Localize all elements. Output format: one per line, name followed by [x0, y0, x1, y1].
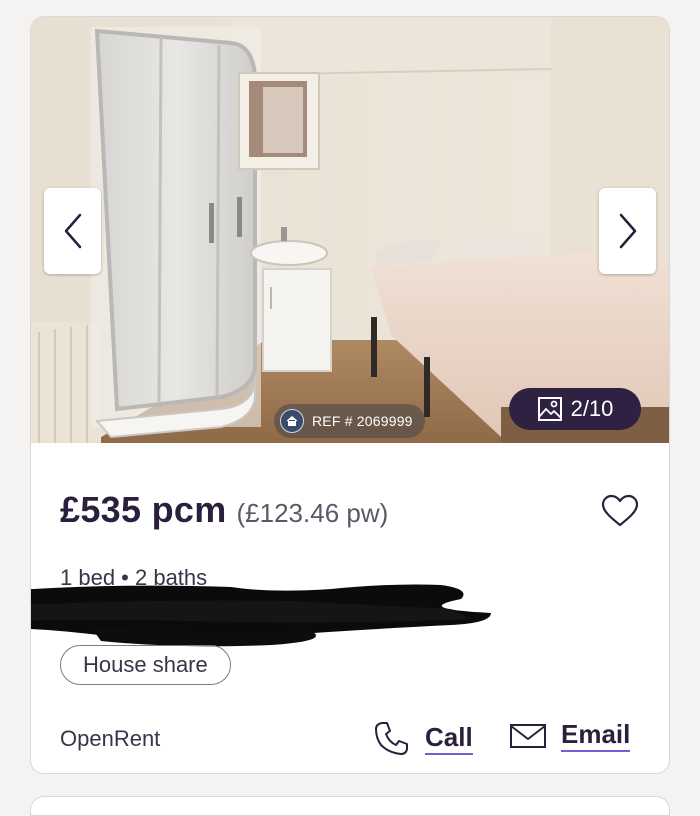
- next-listing-card-peek[interactable]: [30, 796, 670, 816]
- previous-image-button[interactable]: [44, 188, 101, 274]
- call-button[interactable]: Call: [373, 719, 473, 757]
- next-image-button[interactable]: [599, 188, 656, 274]
- gallery-counter-button[interactable]: 2/10: [509, 388, 641, 430]
- chevron-left-icon: [64, 213, 81, 249]
- favourite-button[interactable]: [598, 489, 642, 533]
- property-type-tag: House share: [60, 645, 231, 685]
- listing-details: £535 pcm (£123.46 pw) 1 bed • 2 baths Ho…: [31, 443, 669, 773]
- room-photo: [31, 17, 669, 443]
- call-label[interactable]: Call: [425, 722, 473, 755]
- email-label[interactable]: Email: [561, 719, 631, 752]
- image-icon: [537, 397, 562, 421]
- price-row: £535 pcm (£123.46 pw): [60, 489, 388, 531]
- listing-photo[interactable]: REF # 2069999 2/10: [31, 17, 669, 443]
- email-button[interactable]: Email: [509, 719, 631, 752]
- house-icon: [280, 409, 304, 433]
- reference-badge: REF # 2069999: [274, 404, 425, 438]
- listing-card[interactable]: REF # 2069999 2/10 £535 pcm (£123.46 pw)…: [30, 16, 670, 774]
- heart-icon: [601, 494, 639, 527]
- envelope-icon: [510, 723, 546, 748]
- weekly-price: (£123.46 pw): [236, 498, 389, 528]
- agent-name: OpenRent: [60, 726, 161, 751]
- reference-number: REF # 2069999: [312, 413, 413, 429]
- chevron-right-icon: [619, 213, 636, 249]
- monthly-price: £535 pcm: [60, 489, 227, 530]
- gallery-counter-text: 2/10: [570, 396, 614, 421]
- phone-icon: [375, 722, 408, 755]
